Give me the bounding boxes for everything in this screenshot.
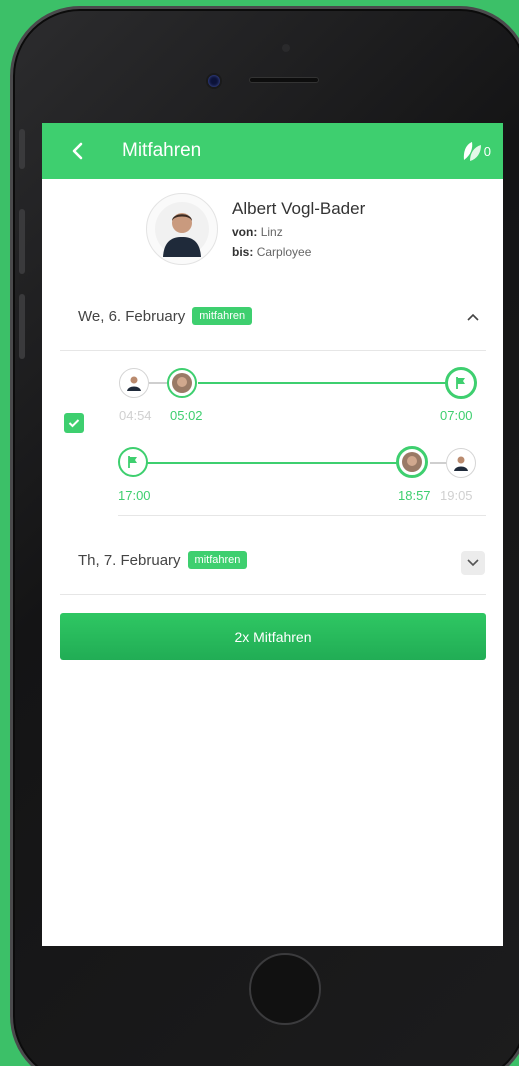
co2-score[interactable]: 0 (462, 140, 491, 162)
connector-line (430, 462, 446, 464)
driver-start-avatar (119, 368, 149, 398)
departure-time: 17:00 (118, 488, 151, 503)
start-flag-icon (118, 447, 148, 477)
volume-up-button (19, 209, 25, 274)
driver-end-avatar (446, 448, 476, 478)
driver-start-time: 04:54 (119, 408, 152, 423)
earpiece-speaker (249, 77, 319, 83)
passenger-pickup-avatar (167, 368, 197, 398)
arrival-time: 07:00 (440, 408, 473, 423)
route-to: bis: Carployee (232, 245, 312, 259)
divider (60, 350, 486, 351)
route-from: von: Linz (232, 225, 283, 239)
app-bar: Mitfahren 0 (42, 123, 503, 179)
connector-line (149, 382, 169, 384)
dropoff-time: 18:57 (398, 488, 431, 503)
driver-name: Albert Vogl-Bader (232, 199, 366, 218)
front-camera (208, 75, 220, 87)
day-header-1[interactable]: We, 6. February mitfahren (78, 307, 253, 325)
check-icon (68, 419, 80, 428)
proximity-sensor (282, 44, 290, 52)
mitfahren-button[interactable]: 2x Mitfahren (60, 613, 486, 660)
destination-flag-icon (445, 367, 477, 399)
back-arrow-icon[interactable] (58, 123, 98, 179)
divider (60, 594, 486, 595)
divider (118, 515, 486, 516)
chevron-up-icon[interactable] (461, 305, 485, 329)
driver-avatar[interactable] (146, 193, 218, 265)
home-button[interactable] (249, 953, 321, 1025)
day-label: Th, 7. February (78, 551, 181, 569)
route-line (146, 462, 398, 464)
mute-switch (19, 129, 25, 169)
day-label: We, 6. February (78, 307, 186, 325)
app-screen: Mitfahren 0 Albert Vogl-Bader von: Linz … (42, 123, 503, 946)
volume-down-button (19, 294, 25, 359)
driver-profile: Albert Vogl-Bader von: Linz bis: Carploy… (146, 193, 365, 265)
status-badge: mitfahren (192, 307, 253, 325)
page-title: Mitfahren (122, 140, 202, 161)
trip-checkbox[interactable] (64, 413, 84, 433)
pickup-time: 05:02 (170, 408, 203, 423)
driver-end-time: 19:05 (440, 488, 473, 503)
route-line (198, 382, 448, 384)
day-header-2[interactable]: Th, 7. February mitfahren (78, 551, 248, 569)
chevron-down-icon[interactable] (461, 551, 485, 575)
status-badge: mitfahren (187, 551, 248, 569)
leaf-icon (463, 142, 481, 161)
leaf-count: 0 (483, 143, 491, 159)
passenger-dropoff-avatar (396, 446, 428, 478)
